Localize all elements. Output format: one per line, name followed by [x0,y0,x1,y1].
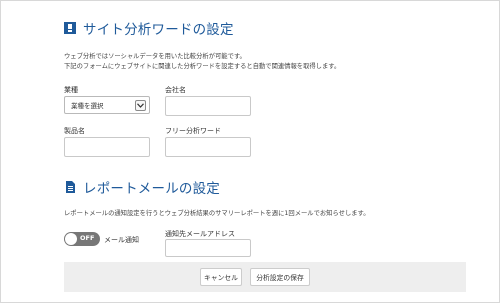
section1-description-line2: 下記のフォームにウェブサイトに関連した分析ワードを設定すると自動で関連情報を取得… [64,63,341,70]
email-field[interactable] [165,239,251,257]
mail-notification-toggle[interactable]: OFF [64,232,100,246]
cancel-button[interactable]: キャンセル [200,268,242,286]
save-settings-button[interactable]: 分析設定の保存 [250,268,310,286]
industry-select[interactable]: 業種を選択 [64,96,150,114]
freeword-label: フリー分析ワード [165,127,221,135]
footer-bar: キャンセル 分析設定の保存 [64,262,466,292]
product-label: 製品名 [64,127,85,135]
toggle-knob [65,233,77,245]
email-label: 通知先メールアドレス [165,230,235,238]
chevron-down-icon [135,100,146,111]
mail-notification-label: メール通知 [104,236,139,244]
section-title-report-mail: レポートメールの設定 [64,177,220,197]
document-icon [64,181,76,193]
company-label: 会社名 [165,86,186,94]
section2-description: レポートメールの通知設定を行うとウェブ分析結果のサマリーレポートを週に1回メール… [64,210,370,217]
toggle-state-text: OFF [80,234,95,242]
industry-label: 業種 [64,86,78,94]
freeword-field[interactable] [165,137,251,157]
product-field[interactable] [64,137,150,157]
section-title-analysis-words: サイト分析ワードの設定 [64,18,234,38]
company-field[interactable] [165,96,251,116]
flag-icon [64,22,76,34]
section1-description-line1: ウェブ分析ではソーシャルデータを用いた比較分析が可能です。 [64,53,246,60]
